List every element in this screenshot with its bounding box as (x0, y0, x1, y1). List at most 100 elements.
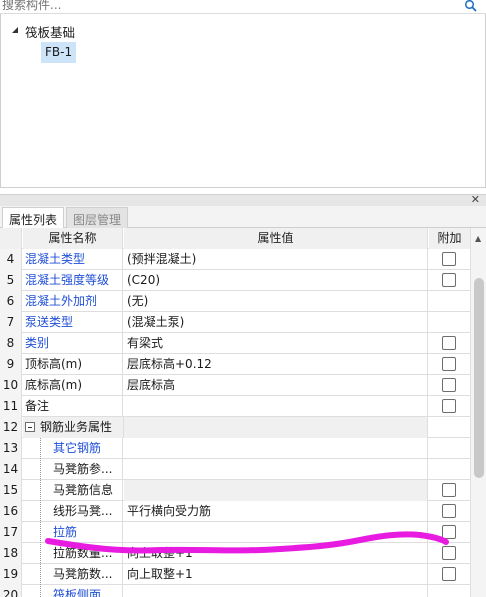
table-row[interactable]: 10 底标高(m) 层底标高 (0, 375, 470, 396)
row-number: 6 (0, 291, 22, 312)
extra-checkbox[interactable] (442, 504, 456, 518)
table-row[interactable]: 13 其它钢筋 (0, 438, 470, 459)
row-value[interactable]: 向上取整+1 (124, 564, 428, 585)
extra-checkbox[interactable] (442, 273, 456, 287)
header-value: 属性值 (124, 228, 428, 249)
table-row[interactable]: 5 混凝土强度等级 (C20) (0, 270, 470, 291)
scroll-thumb[interactable] (474, 278, 484, 478)
extra-checkbox[interactable] (442, 546, 456, 560)
table-row[interactable]: 14 马凳筋参... (0, 459, 470, 480)
extra-checkbox[interactable] (442, 378, 456, 392)
header-num (0, 228, 22, 249)
table-row[interactable]: 18 拉筋数量... 向上取整+1 (0, 543, 470, 564)
table-row[interactable]: 15 马凳筋信息 (0, 480, 470, 501)
row-value (124, 417, 428, 438)
row-number: 14 (0, 459, 22, 480)
table-header: 属性名称 属性值 附加 (0, 228, 470, 249)
property-table: 属性名称 属性值 附加 4 混凝土类型 (预拌混凝土) 5 混凝土强度等级 (C… (0, 228, 470, 597)
tree-node-fb1[interactable]: FB-1 (41, 42, 77, 63)
group-label: 钢筋业务属性 (40, 420, 113, 434)
row-number: 5 (0, 270, 22, 291)
row-name: 其它钢筋 (23, 438, 123, 459)
table-row[interactable]: 6 混凝土外加剂 (无) (0, 291, 470, 312)
row-extra (429, 312, 470, 333)
row-extra (429, 501, 470, 522)
table-scrollbar[interactable]: ▲ (470, 228, 486, 597)
row-extra (429, 438, 470, 459)
collapse-triangle-icon[interactable] (11, 26, 19, 34)
tab-layers[interactable]: 图层管理 (66, 207, 129, 228)
row-extra (429, 396, 470, 417)
tree-node-raft-foundation[interactable]: 筏板基础 (25, 22, 75, 41)
row-value[interactable]: (无) (124, 291, 428, 312)
row-name: 筏板侧面... (23, 585, 123, 597)
row-name: 备注 (23, 396, 123, 417)
row-number: 11 (0, 396, 22, 417)
row-value[interactable] (124, 438, 428, 459)
component-tree: 筏板基础 FB-1 (0, 14, 486, 188)
table-row[interactable]: 16 线形马凳... 平行横向受力筋 (0, 501, 470, 522)
scroll-up-icon[interactable]: ▲ (475, 234, 481, 243)
table-row[interactable]: 20 筏板侧面... (0, 585, 470, 597)
row-number: 12 (0, 417, 22, 438)
close-icon[interactable]: ✕ (471, 193, 480, 206)
row-extra (429, 459, 470, 480)
row-name: 马凳筋信息 (23, 480, 123, 501)
row-extra (429, 375, 470, 396)
row-value[interactable]: 向上取整+1 (124, 543, 428, 564)
row-name: 马凳筋参... (23, 459, 123, 480)
row-number: 7 (0, 312, 22, 333)
extra-checkbox[interactable] (442, 336, 456, 350)
header-name: 属性名称 (23, 228, 123, 249)
table-row[interactable]: 4 混凝土类型 (预拌混凝土) (0, 249, 470, 270)
tab-properties[interactable]: 属性列表 (2, 207, 65, 228)
row-name: 混凝土外加剂 (23, 291, 123, 312)
row-value[interactable]: 层底标高+0.12 (124, 354, 428, 375)
row-value[interactable]: (预拌混凝土) (124, 249, 428, 270)
row-value[interactable]: (C20) (124, 270, 428, 291)
row-name: 混凝土类型 (23, 249, 123, 270)
tab-bar: 属性列表 图层管理 (0, 206, 486, 228)
row-name: 线形马凳... (23, 501, 123, 522)
row-number: 20 (0, 585, 22, 597)
extra-checkbox[interactable] (442, 525, 456, 539)
row-extra (429, 543, 470, 564)
search-icon[interactable] (464, 0, 478, 13)
extra-checkbox[interactable] (442, 567, 456, 581)
row-value[interactable]: 有梁式 (124, 333, 428, 354)
table-row[interactable]: 9 顶标高(m) 层底标高+0.12 (0, 354, 470, 375)
row-value[interactable] (124, 396, 428, 417)
table-row[interactable]: 7 泵送类型 (混凝土泵) (0, 312, 470, 333)
row-name: 底标高(m) (23, 375, 123, 396)
extra-checkbox[interactable] (442, 357, 456, 371)
row-number: 13 (0, 438, 22, 459)
panel-title-bar: ✕ (0, 193, 486, 206)
table-row[interactable]: 12 钢筋业务属性 (0, 417, 470, 438)
row-name: 马凳筋数... (23, 564, 123, 585)
table-row[interactable]: 19 马凳筋数... 向上取整+1 (0, 564, 470, 585)
row-extra (429, 564, 470, 585)
extra-checkbox[interactable] (442, 252, 456, 266)
row-value[interactable] (124, 459, 428, 480)
row-name: 顶标高(m) (23, 354, 123, 375)
header-extra: 附加 (429, 228, 470, 249)
row-value[interactable] (124, 522, 428, 543)
row-number: 19 (0, 564, 22, 585)
search-bar (0, 0, 486, 14)
extra-checkbox[interactable] (442, 399, 456, 413)
table-row[interactable]: 8 类别 有梁式 (0, 333, 470, 354)
minus-icon[interactable] (25, 422, 35, 432)
extra-checkbox[interactable] (442, 483, 456, 497)
search-input[interactable] (2, 0, 442, 14)
row-value[interactable] (124, 585, 428, 597)
row-extra (429, 417, 470, 438)
row-name: 拉筋 (23, 522, 123, 543)
table-row[interactable]: 11 备注 (0, 396, 470, 417)
table-row[interactable]: 17 拉筋 (0, 522, 470, 543)
row-value[interactable]: 层底标高 (124, 375, 428, 396)
row-extra (429, 354, 470, 375)
row-extra (429, 480, 470, 501)
row-value[interactable] (124, 480, 428, 501)
row-value[interactable]: 平行横向受力筋 (124, 501, 428, 522)
row-value[interactable]: (混凝土泵) (124, 312, 428, 333)
